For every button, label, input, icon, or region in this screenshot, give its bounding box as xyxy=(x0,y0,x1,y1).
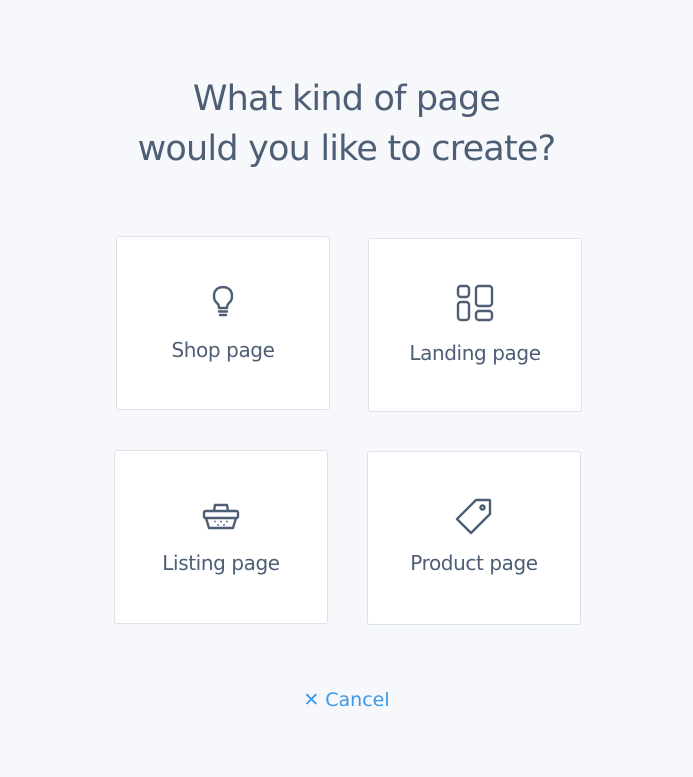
dialog-title-line-1: What kind of page xyxy=(192,79,501,119)
option-card-shop-page[interactable]: Shop page xyxy=(116,236,330,410)
option-label: Shop page xyxy=(171,338,275,362)
cancel-label: Cancel xyxy=(325,689,390,711)
lightbulb-icon xyxy=(212,285,234,317)
dialog-title: What kind of page would you like to crea… xyxy=(0,74,693,174)
option-card-landing-page[interactable]: Landing page xyxy=(368,238,582,412)
option-card-listing-page[interactable]: Listing page xyxy=(114,450,328,624)
page-type-dialog: What kind of page would you like to crea… xyxy=(0,0,693,777)
option-card-product-page[interactable]: Product page xyxy=(367,451,581,625)
layout-grid-icon xyxy=(456,284,494,322)
option-label: Listing page xyxy=(162,551,280,575)
cancel-button[interactable]: ✕ Cancel xyxy=(0,689,693,711)
option-label: Product page xyxy=(410,551,538,575)
tag-icon xyxy=(455,498,492,535)
close-icon: ✕ xyxy=(303,689,320,711)
basket-icon xyxy=(202,503,240,530)
option-label: Landing page xyxy=(409,341,541,365)
dialog-title-line-2: would you like to create? xyxy=(137,129,557,169)
